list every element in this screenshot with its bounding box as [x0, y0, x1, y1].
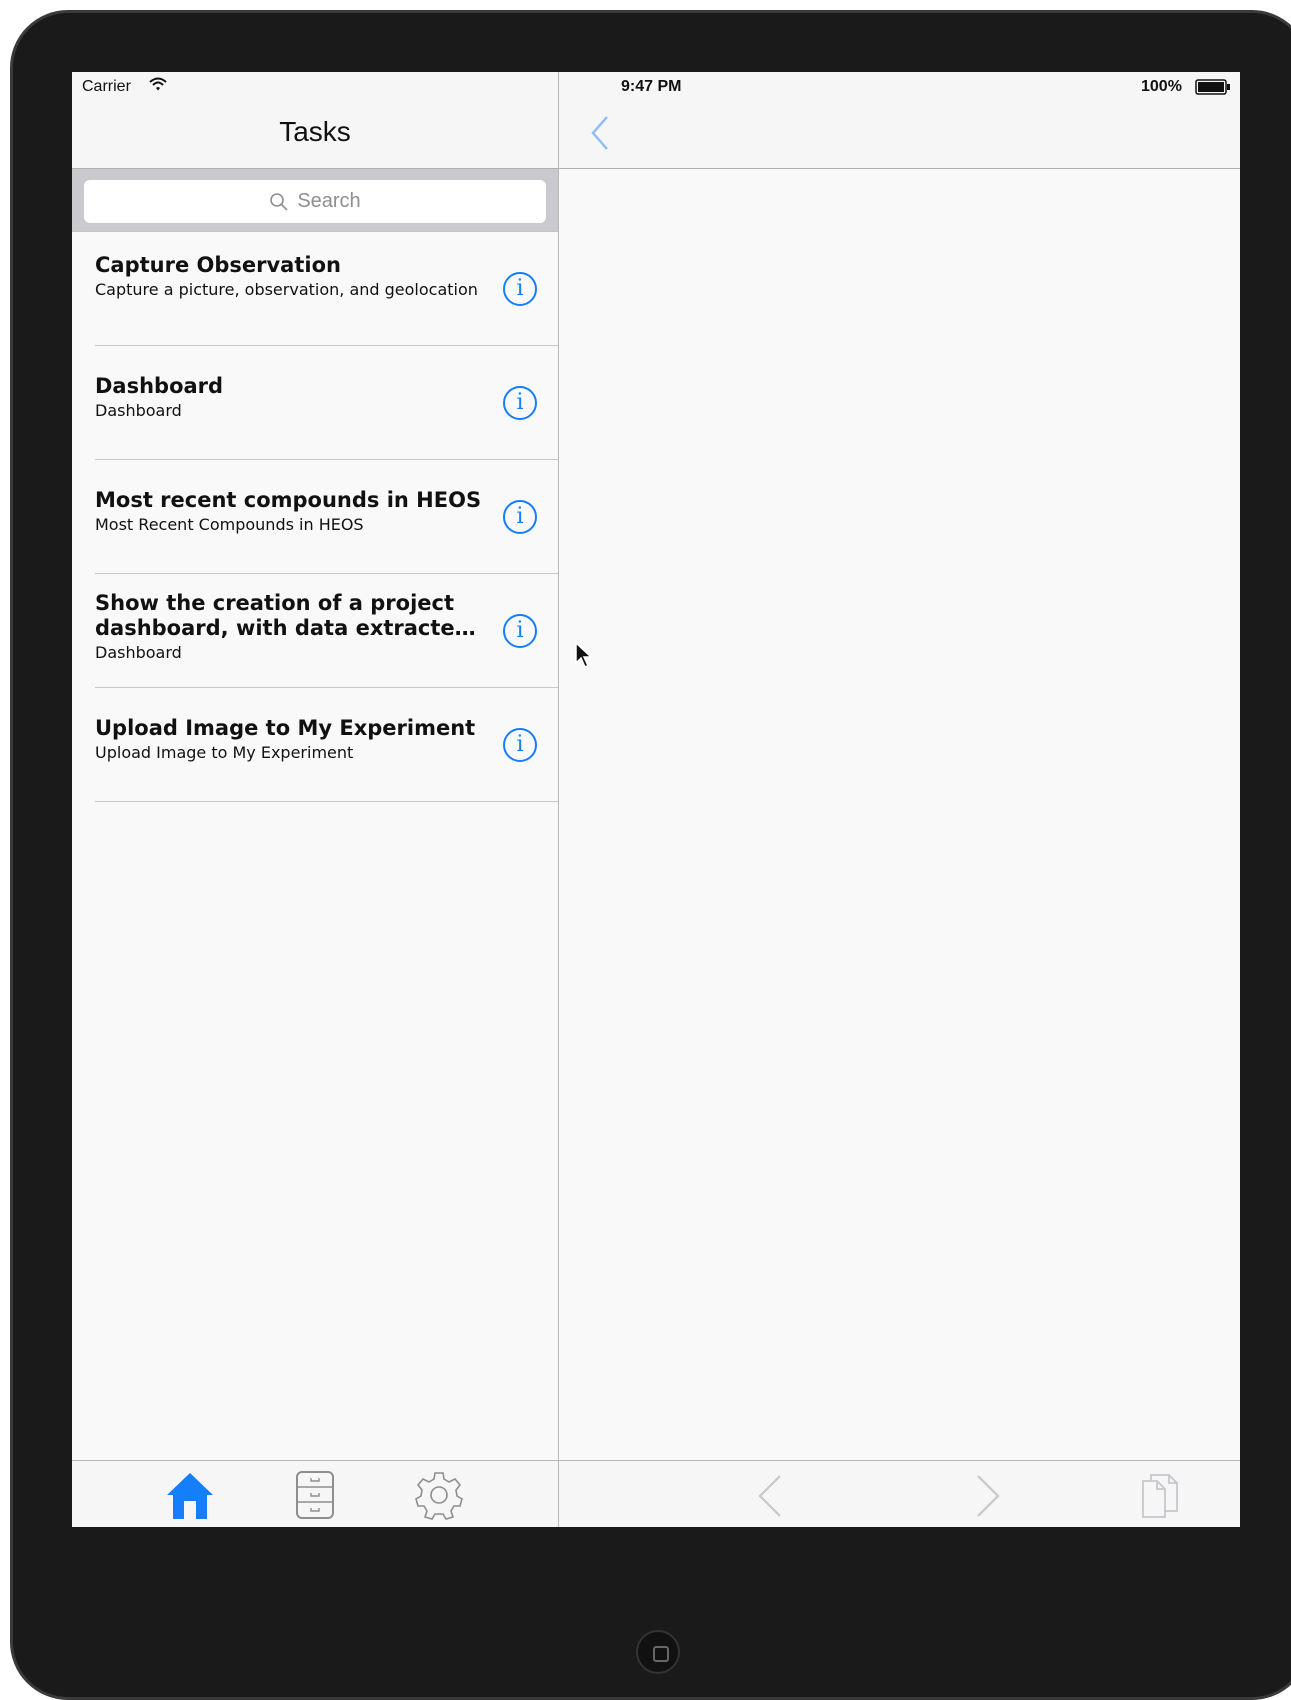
- ipad-screen: Tasks Search Capture Observation Capture…: [72, 72, 1240, 1527]
- home-hardware-button[interactable]: [636, 1630, 680, 1674]
- master-pane: Tasks Search Capture Observation Capture…: [72, 72, 559, 1527]
- info-icon[interactable]: i: [503, 272, 537, 306]
- tab-home[interactable]: [163, 1469, 217, 1521]
- search-input[interactable]: Search: [84, 180, 546, 223]
- info-icon[interactable]: i: [503, 386, 537, 420]
- chevron-left-icon: [758, 1475, 781, 1517]
- next-button[interactable]: [973, 1473, 1003, 1523]
- copy-button[interactable]: [1129, 1473, 1179, 1525]
- detail-toolbar: [559, 1460, 1240, 1527]
- task-list: Capture Observation Capture a picture, o…: [72, 233, 558, 803]
- task-title: Capture Observation: [95, 253, 341, 277]
- chevron-left-icon: [591, 116, 608, 150]
- search-placeholder: Search: [297, 190, 361, 212]
- tab-bar: [72, 1460, 558, 1527]
- task-subtitle: Dashboard: [95, 401, 182, 420]
- list-item[interactable]: Show the creation of a project dashboard…: [72, 575, 558, 689]
- list-item[interactable]: Most recent compounds in HEOS Most Recen…: [72, 461, 558, 575]
- task-title: Most recent compounds in HEOS: [95, 488, 482, 512]
- battery-percent: 100%: [1141, 78, 1182, 95]
- file-cabinet-icon: [296, 1471, 334, 1519]
- info-icon[interactable]: i: [503, 728, 537, 762]
- task-subtitle: Dashboard: [95, 643, 182, 662]
- search-bar: Search: [72, 169, 558, 232]
- task-title: Upload Image to My Experiment: [95, 716, 476, 740]
- carrier-label: Carrier: [82, 78, 131, 95]
- tab-files[interactable]: [288, 1469, 342, 1521]
- task-text: Show the creation of a project dashboard…: [95, 591, 485, 662]
- task-text: Most recent compounds in HEOS Most Recen…: [95, 488, 485, 534]
- page-title: Tasks: [279, 116, 351, 147]
- copy-icon: [1142, 1474, 1178, 1518]
- chevron-right-icon: [977, 1475, 1000, 1517]
- task-subtitle: Upload Image to My Experiment: [95, 743, 354, 762]
- task-title: Dashboard: [95, 374, 224, 398]
- list-item[interactable]: Upload Image to My Experiment Upload Ima…: [72, 689, 558, 803]
- gear-icon: [415, 1472, 463, 1520]
- info-icon[interactable]: i: [503, 614, 537, 648]
- task-subtitle: Capture a picture, observation, and geol…: [95, 280, 478, 299]
- status-time: 9:47 PM: [621, 78, 682, 95]
- task-subtitle: Most Recent Compounds in HEOS: [95, 515, 364, 534]
- list-item[interactable]: Dashboard Dashboard i: [72, 347, 558, 461]
- tab-settings[interactable]: [412, 1469, 466, 1521]
- task-text: Upload Image to My Experiment Upload Ima…: [95, 716, 485, 762]
- task-text: Capture Observation Capture a picture, o…: [95, 253, 485, 299]
- wifi-icon: [149, 77, 167, 91]
- previous-button[interactable]: [755, 1473, 785, 1523]
- status-bar: Carrier 9:47 PM 100%: [72, 72, 1240, 100]
- search-icon: [270, 192, 288, 211]
- detail-pane: [559, 72, 1240, 1527]
- task-text: Dashboard Dashboard: [95, 374, 485, 420]
- home-icon: [167, 1473, 213, 1519]
- list-item[interactable]: Capture Observation Capture a picture, o…: [72, 233, 558, 347]
- info-icon[interactable]: i: [503, 500, 537, 534]
- battery-icon: [1195, 79, 1230, 95]
- task-title: Show the creation of a project dashboard…: [95, 591, 470, 640]
- back-button[interactable]: [589, 114, 611, 156]
- mouse-cursor-icon: [575, 641, 593, 669]
